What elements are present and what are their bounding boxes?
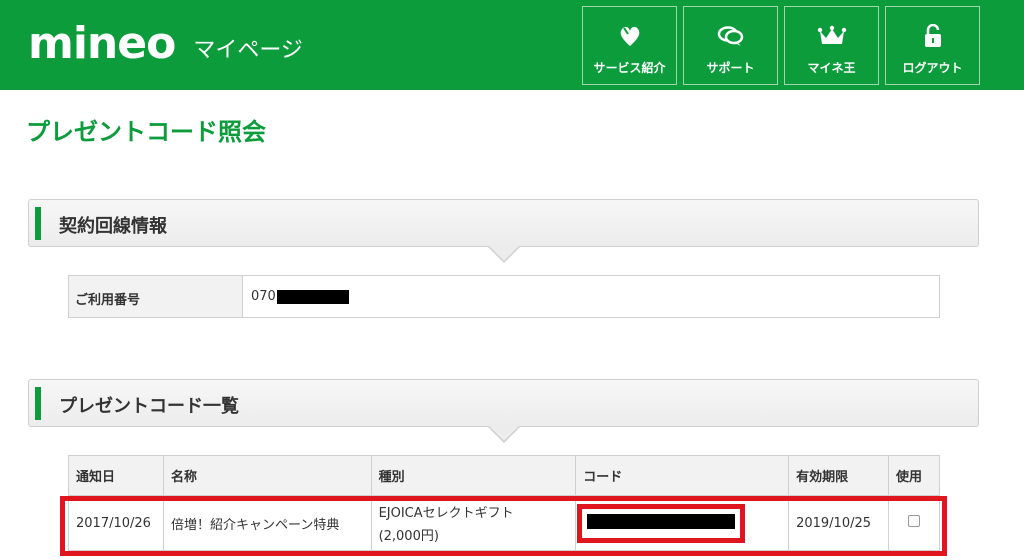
redacted-phone bbox=[276, 290, 349, 304]
col-name: 名称 bbox=[162, 455, 372, 496]
mypage-label: マイページ bbox=[193, 38, 303, 63]
unlock-icon bbox=[918, 21, 948, 51]
section-accent bbox=[35, 387, 41, 420]
line-number-value: 070 bbox=[243, 276, 939, 317]
nav-support-button[interactable]: サポート bbox=[683, 6, 778, 85]
contract-section-title: 契約回線情報 bbox=[59, 216, 167, 237]
type-line1: EJOICAセレクトギフト bbox=[378, 506, 514, 521]
redacted-code bbox=[587, 513, 736, 529]
table-header-row: 通知日 名称 種別 コード 有効期限 使用 bbox=[68, 455, 940, 496]
crown-icon bbox=[817, 21, 847, 51]
cell-notify-date: 2017/10/26 bbox=[68, 495, 164, 551]
page-title: プレゼントコード照会 bbox=[26, 118, 266, 146]
col-used: 使用 bbox=[888, 455, 940, 496]
section-accent bbox=[35, 207, 41, 240]
present-code-table: 通知日 名称 種別 コード 有効期限 使用 2017/10/26 倍増！紹介キャ… bbox=[68, 455, 940, 551]
codes-section-header: プレゼントコード一覧 bbox=[28, 379, 979, 443]
nav-service-label: サービス紹介 bbox=[593, 61, 666, 75]
line-number-label: ご利用番号 bbox=[69, 276, 243, 317]
header-bar: mineo マイページ サービス紹介 サポート マイネ王 ログアウト bbox=[0, 0, 1024, 90]
col-notify-date: 通知日 bbox=[68, 455, 164, 496]
contract-section-header: 契約回線情報 bbox=[28, 199, 979, 263]
col-code: コード bbox=[575, 455, 790, 496]
cell-code bbox=[575, 495, 790, 551]
cell-expiry: 2019/10/25 bbox=[788, 495, 890, 551]
table-row: 2017/10/26 倍増！紹介キャンペーン特典 EJOICAセレクトギフト (… bbox=[68, 495, 940, 551]
cell-used bbox=[888, 495, 940, 551]
nav-kingdom-button[interactable]: マイネ王 bbox=[784, 6, 879, 85]
type-line2: (2,000円) bbox=[378, 529, 439, 544]
nav-kingdom-label: マイネ王 bbox=[807, 61, 856, 75]
heart-leaf-icon bbox=[615, 21, 645, 51]
header-nav: サービス紹介 サポート マイネ王 ログアウト bbox=[582, 6, 980, 85]
col-expiry: 有効期限 bbox=[788, 455, 890, 496]
col-type: 種別 bbox=[370, 455, 577, 496]
used-checkbox[interactable] bbox=[908, 515, 921, 527]
nav-support-label: サポート bbox=[706, 61, 755, 75]
mineo-logo[interactable]: mineo bbox=[28, 22, 176, 66]
chat-bubbles-icon bbox=[716, 21, 746, 51]
cell-type: EJOICAセレクトギフト (2,000円) bbox=[370, 495, 577, 551]
code-highlight-box bbox=[577, 503, 746, 543]
line-number-prefix: 070 bbox=[251, 289, 276, 304]
cell-name: 倍増！紹介キャンペーン特典 bbox=[162, 495, 372, 551]
nav-logout-button[interactable]: ログアウト bbox=[885, 6, 980, 85]
nav-service-button[interactable]: サービス紹介 bbox=[582, 6, 677, 85]
codes-section-title: プレゼントコード一覧 bbox=[59, 396, 239, 417]
nav-logout-label: ログアウト bbox=[902, 61, 963, 75]
logo-area[interactable]: mineo マイページ bbox=[28, 22, 303, 66]
contract-info-table: ご利用番号 070 bbox=[68, 275, 940, 318]
